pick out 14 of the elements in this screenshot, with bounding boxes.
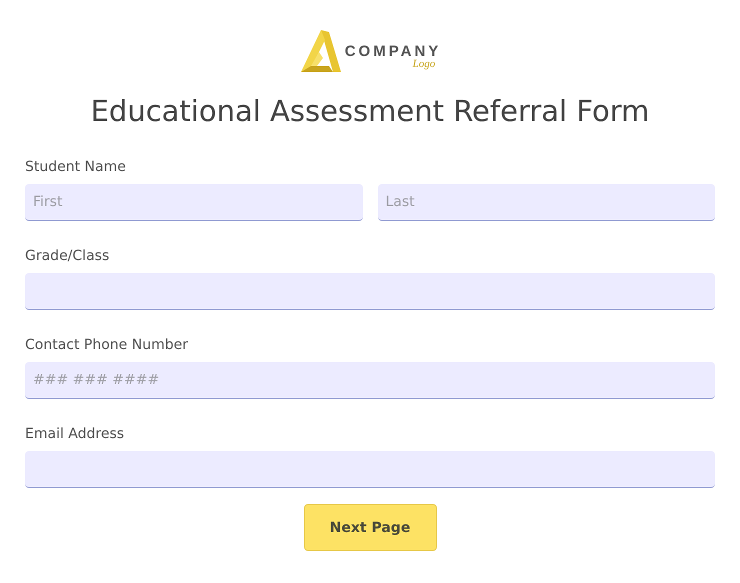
logo-icon	[298, 28, 343, 74]
form-title: Educational Assessment Referral Form	[90, 94, 650, 128]
input-field[interactable]: First	[25, 184, 362, 221]
field-label: Contact Phone Number	[25, 336, 189, 354]
input-field[interactable]: ### ### ####	[25, 362, 715, 399]
next-page-button[interactable]: Next Page	[304, 504, 436, 551]
input-field[interactable]	[25, 451, 715, 488]
field-label: Grade/Class	[25, 247, 110, 265]
input-field[interactable]	[25, 273, 715, 310]
field-label: Email Address	[25, 425, 126, 443]
field-label: Student Name	[25, 158, 127, 176]
input-field[interactable]: Last	[378, 184, 715, 221]
logo-name: COMPANY	[344, 44, 442, 59]
logo-tagline: Logo	[412, 59, 436, 70]
